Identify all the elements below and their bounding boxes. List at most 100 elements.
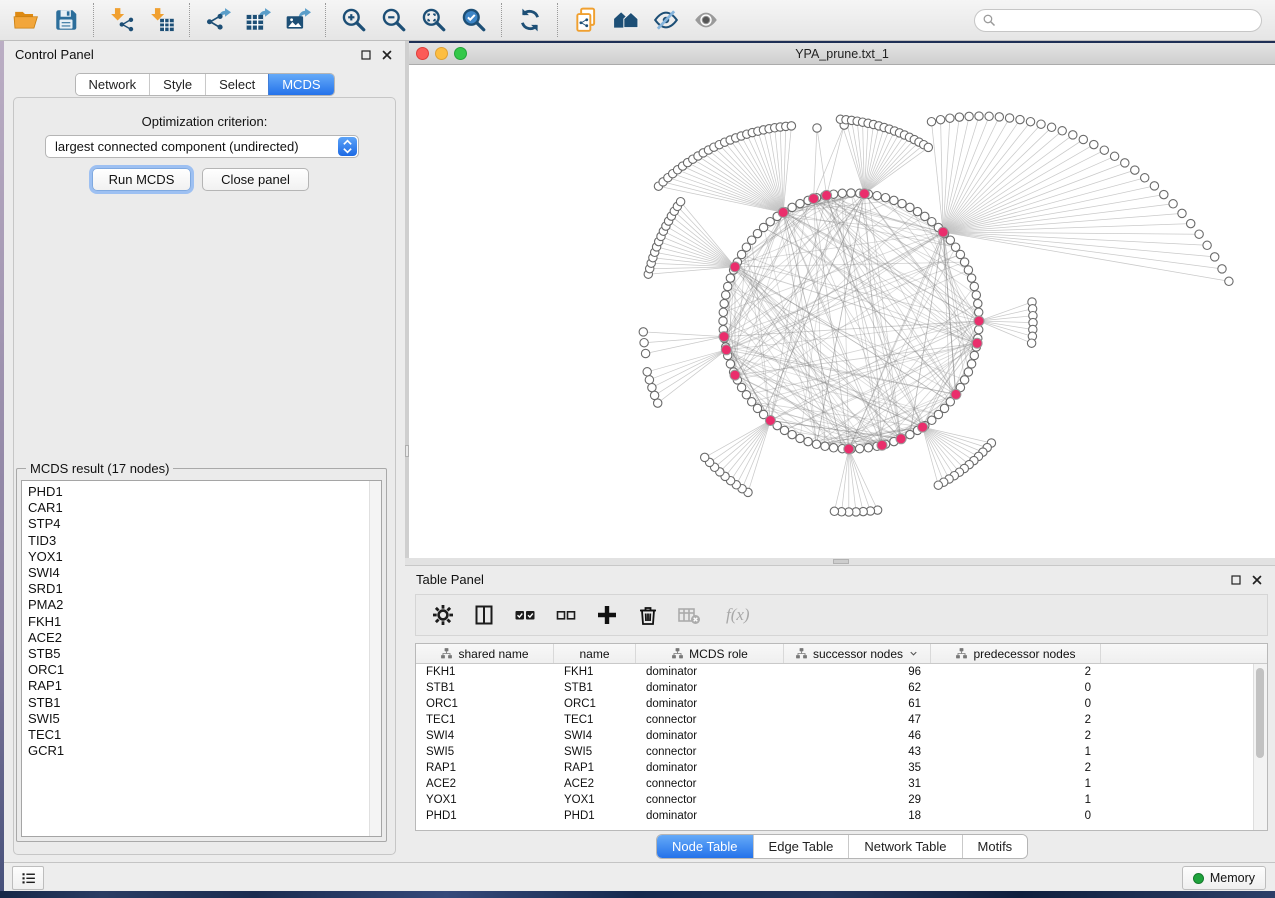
mcds-node[interactable] (719, 332, 729, 342)
network-node[interactable] (975, 326, 983, 334)
mcds-node[interactable] (972, 338, 982, 348)
network-node[interactable] (960, 376, 968, 384)
network-node[interactable] (956, 250, 964, 258)
zoom-out-button[interactable] (374, 2, 414, 38)
mcds-node[interactable] (730, 370, 740, 380)
mcds-result-item[interactable]: SRD1 (28, 581, 381, 597)
network-node[interactable] (1203, 241, 1211, 249)
network-node[interactable] (639, 328, 647, 336)
network-node[interactable] (995, 113, 1003, 121)
network-node[interactable] (974, 299, 982, 307)
network-node[interactable] (788, 430, 796, 438)
network-node[interactable] (726, 360, 734, 368)
cell-MCDS-role[interactable]: connector (636, 746, 784, 758)
network-node[interactable] (964, 266, 972, 274)
cell-successor-nodes[interactable]: 43 (784, 746, 931, 758)
network-node[interactable] (864, 444, 872, 452)
cell-predecessor-nodes[interactable]: 0 (931, 682, 1101, 694)
tab-select[interactable]: Select (205, 74, 268, 95)
refresh-layout-button[interactable] (510, 2, 550, 38)
network-node[interactable] (847, 189, 855, 197)
network-node[interactable] (726, 274, 734, 282)
cell-shared-name[interactable]: ORC1 (416, 698, 554, 710)
cell-shared-name[interactable]: FKH1 (416, 666, 554, 678)
cell-shared-name[interactable]: SWI5 (416, 746, 554, 758)
network-node[interactable] (967, 274, 975, 282)
mcds-node[interactable] (859, 189, 869, 199)
cell-successor-nodes[interactable]: 31 (784, 778, 931, 790)
table-row[interactable]: SWI5SWI5connector431 (416, 744, 1267, 760)
cell-name[interactable]: PHD1 (554, 810, 636, 822)
mcds-node[interactable] (721, 345, 731, 355)
cell-predecessor-nodes[interactable]: 0 (931, 810, 1101, 822)
hide-selected-button[interactable] (646, 2, 686, 38)
network-node[interactable] (856, 445, 864, 453)
network-canvas[interactable] (409, 65, 1275, 558)
mcds-result-item[interactable]: GCR1 (28, 743, 381, 759)
network-node[interactable] (1005, 114, 1013, 122)
mcds-result-item[interactable]: YOX1 (28, 549, 381, 565)
table-row[interactable]: TEC1TEC1connector472 (416, 712, 1267, 728)
cell-shared-name[interactable]: ACE2 (416, 778, 554, 790)
cell-shared-name[interactable]: SWI4 (416, 730, 554, 742)
mcds-node[interactable] (765, 416, 775, 426)
mcds-node[interactable] (809, 194, 819, 204)
network-node[interactable] (967, 360, 975, 368)
table-row[interactable]: FKH1FKH1dominator962 (416, 664, 1267, 680)
zoom-selected-button[interactable] (454, 2, 494, 38)
cell-successor-nodes[interactable]: 35 (784, 762, 931, 774)
network-node[interactable] (821, 442, 829, 450)
mcds-result-item[interactable]: SWI4 (28, 565, 381, 581)
export-image-button[interactable] (278, 2, 318, 38)
cell-name[interactable]: FKH1 (554, 666, 636, 678)
node-table[interactable]: shared namenameMCDS rolesuccessor nodesp… (415, 643, 1268, 831)
cell-predecessor-nodes[interactable]: 1 (931, 778, 1101, 790)
network-node[interactable] (975, 112, 983, 120)
network-node[interactable] (1218, 265, 1226, 273)
network-node[interactable] (643, 368, 651, 376)
close-panel-icon[interactable] (380, 48, 394, 62)
cell-name[interactable]: SWI5 (554, 746, 636, 758)
tab-mcds[interactable]: MCDS (268, 74, 333, 95)
cell-name[interactable]: STB1 (554, 682, 636, 694)
network-node[interactable] (1090, 140, 1098, 148)
tab-style[interactable]: Style (149, 74, 205, 95)
network-node[interactable] (1058, 127, 1066, 135)
column-header-predecessor-nodes[interactable]: predecessor nodes (931, 644, 1101, 663)
network-node[interactable] (934, 481, 942, 489)
network-node[interactable] (676, 198, 684, 206)
cell-MCDS-role[interactable]: dominator (636, 730, 784, 742)
cell-MCDS-role[interactable]: connector (636, 778, 784, 790)
mcds-node[interactable] (896, 434, 906, 444)
network-node[interactable] (838, 189, 846, 197)
import-table-button[interactable] (142, 2, 182, 38)
cell-successor-nodes[interactable]: 62 (784, 682, 931, 694)
mcds-result-item[interactable]: FKH1 (28, 614, 381, 630)
mcds-result-list[interactable]: PHD1CAR1STP4TID3YOX1SWI4SRD1PMA2FKH1ACE2… (21, 480, 382, 837)
cell-predecessor-nodes[interactable]: 1 (931, 794, 1101, 806)
scrollbar-thumb[interactable] (1256, 668, 1264, 758)
mcds-result-item[interactable]: ORC1 (28, 662, 381, 678)
network-node[interactable] (1150, 182, 1158, 190)
cell-successor-nodes[interactable]: 47 (784, 714, 931, 726)
first-neighbors-button[interactable] (606, 2, 646, 38)
table-row[interactable]: STB1STB1dominator620 (416, 680, 1267, 696)
network-window-titlebar[interactable]: YPA_prune.txt_1 (409, 43, 1275, 65)
cell-MCDS-role[interactable]: dominator (636, 666, 784, 678)
network-node[interactable] (1037, 120, 1045, 128)
network-node[interactable] (720, 299, 728, 307)
mcds-result-item[interactable]: STB5 (28, 646, 381, 662)
cell-shared-name[interactable]: TEC1 (416, 714, 554, 726)
mcds-node[interactable] (974, 316, 984, 326)
mcds-node[interactable] (844, 444, 854, 454)
mcds-result-item[interactable]: RAP1 (28, 678, 381, 694)
network-node[interactable] (1178, 209, 1186, 217)
cell-MCDS-role[interactable]: connector (636, 714, 784, 726)
table-row[interactable]: SWI4SWI4dominator462 (416, 728, 1267, 744)
cell-name[interactable]: ACE2 (554, 778, 636, 790)
criterion-select[interactable]: largest connected component (undirected) (45, 135, 359, 158)
network-node[interactable] (788, 203, 796, 211)
import-network-button[interactable] (102, 2, 142, 38)
delete-columns-button[interactable] (635, 602, 661, 628)
cell-MCDS-role[interactable]: dominator (636, 682, 784, 694)
